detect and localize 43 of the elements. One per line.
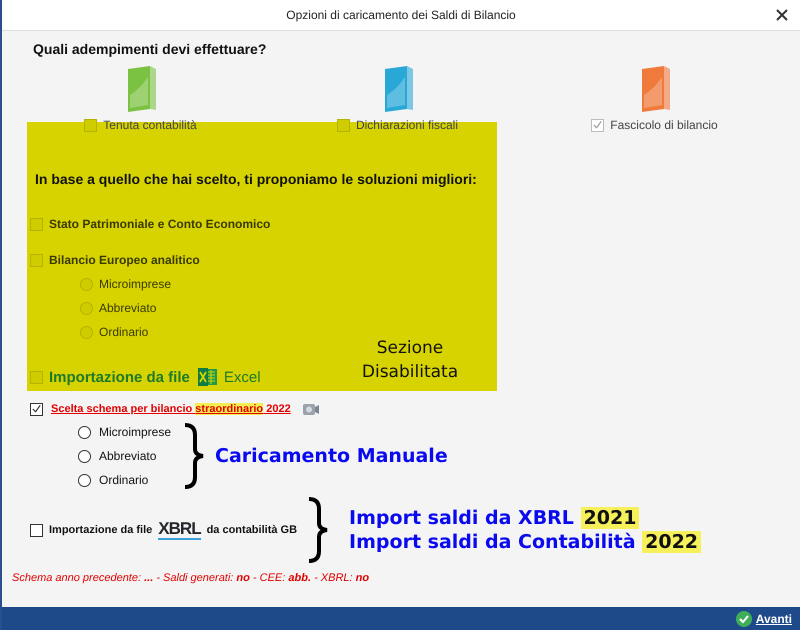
question-heading: Quali adempimenti devi effettuare? (33, 40, 268, 58)
brace-drawing (307, 497, 330, 563)
checkbox[interactable] (30, 218, 43, 230)
product-label: Fascicolo di bilancio (610, 117, 718, 133)
excel-label: Excel (224, 368, 261, 386)
checkbox[interactable] (30, 370, 43, 384)
excel-icon (198, 368, 218, 386)
brace-drawing (183, 423, 206, 489)
option-label: Ordinario (99, 325, 148, 339)
option-label: Microimprese (99, 277, 172, 291)
radio-button[interactable] (78, 450, 91, 462)
xbrl-logo: XBRL (158, 520, 201, 540)
checkbox[interactable] (84, 118, 98, 132)
status-line: Schema anno precedente: ... - Saldi generati: no - CEE: abb. - XBRL: no (12, 572, 370, 584)
option-label: Microimprese (99, 424, 172, 440)
option-label: Abbreviato (99, 448, 156, 464)
option-label: Importazione da file (49, 368, 190, 386)
option-label: Ordinario (99, 472, 148, 488)
checkbox[interactable] (591, 118, 604, 132)
check-icon (736, 610, 752, 626)
option-label: Abbreviato (99, 301, 156, 315)
option-label: Bilancio Europeo analitico (49, 253, 200, 267)
import-source-label: da contabilità GB (206, 524, 298, 536)
manual-load-note: Caricamento Manuale (215, 445, 448, 467)
option-label: Stato Patrimoniale e Conto Economico (49, 217, 270, 231)
checkbox[interactable] (30, 524, 43, 536)
camera-icon[interactable] (302, 401, 320, 417)
scheme-link[interactable]: Scelta schema per bilancio straordinario 2022 (51, 403, 291, 415)
import-note: Import saldi da Contabilità 2022 (349, 530, 702, 554)
disabled-section-label: Sezione Disabilitata (360, 337, 460, 384)
product-label: Dichiarazioni fiscali (356, 117, 458, 133)
checkbox[interactable] (336, 118, 350, 132)
checkbox[interactable] (30, 402, 43, 416)
next-link[interactable]: Avanti (736, 610, 792, 626)
checkbox[interactable] (30, 254, 43, 266)
product-label: Tenuta contabilità (103, 117, 197, 133)
import-note: Import saldi da XBRL 2021 (349, 506, 702, 530)
close-icon[interactable] (776, 9, 788, 21)
suggestion-heading: In base a quello che hai scelto, ti proponiamo le soluzioni migliori: (35, 170, 478, 188)
import-label: Importazione da file (49, 524, 152, 536)
radio-button[interactable] (78, 474, 91, 486)
window-title: Opzioni di caricamento dei Saldi di Bilancio (286, 8, 516, 22)
radio-button[interactable] (78, 426, 91, 438)
